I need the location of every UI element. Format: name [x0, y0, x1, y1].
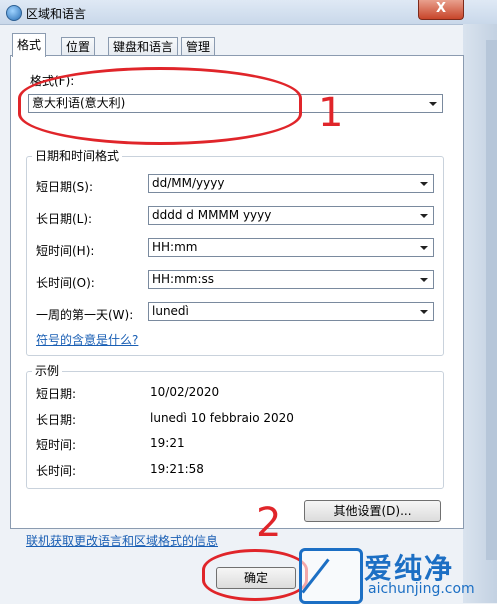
example-short-date-value: 10/02/2020	[150, 385, 220, 399]
other-settings-button[interactable]: 其他设置(D)...	[304, 500, 441, 522]
watermark-url: aichunjing.com	[368, 581, 475, 597]
symbols-help-link[interactable]: 符号的含意是什么?	[36, 331, 138, 348]
long-time-value: HH:mm:ss	[152, 272, 215, 286]
long-date-value: dddd d MMMM yyyy	[152, 208, 272, 222]
chevron-down-icon	[420, 214, 428, 218]
example-short-date-label: 短日期:	[36, 387, 77, 401]
long-date-label: 长日期(L):	[36, 212, 93, 226]
long-date-select[interactable]: dddd d MMMM yyyy	[148, 206, 434, 225]
watermark-logo-icon	[299, 548, 363, 604]
short-date-select[interactable]: dd/MM/yyyy	[148, 174, 434, 193]
close-button[interactable]: X	[418, 0, 464, 20]
annotation-ellipse-format	[18, 67, 302, 145]
globe-icon	[6, 5, 22, 21]
short-time-label: 短时间(H):	[36, 244, 95, 258]
example-short-time-value: 19:21	[150, 436, 185, 450]
tab-location[interactable]: 位置	[61, 37, 96, 56]
chevron-down-icon	[420, 278, 428, 282]
first-day-value: lunedì	[152, 304, 189, 318]
chevron-down-icon	[420, 182, 428, 186]
tab-format[interactable]: 格式	[12, 33, 47, 57]
short-time-value: HH:mm	[152, 240, 198, 254]
long-time-label: 长时间(O):	[36, 276, 95, 290]
first-day-select[interactable]: lunedì	[148, 302, 434, 321]
example-long-time-value: 19:21:58	[150, 462, 204, 476]
online-info-link[interactable]: 联机获取更改语言和区域格式的信息	[26, 532, 218, 549]
first-day-label: 一周的第一天(W):	[36, 308, 134, 322]
background-window-edge	[486, 40, 497, 560]
short-date-label: 短日期(S):	[36, 180, 94, 194]
example-group-title: 示例	[32, 362, 63, 379]
window-title: 区域和语言	[26, 7, 87, 21]
annotation-ellipse-ok	[202, 549, 308, 601]
chevron-down-icon	[420, 310, 428, 314]
short-time-select[interactable]: HH:mm	[148, 238, 434, 257]
example-long-time-label: 长时间:	[36, 464, 77, 478]
annotation-number-1: 1	[318, 90, 344, 136]
example-short-time-label: 短时间:	[36, 438, 77, 452]
short-date-value: dd/MM/yyyy	[152, 176, 225, 190]
chevron-down-icon	[429, 102, 437, 106]
long-time-select[interactable]: HH:mm:ss	[148, 270, 434, 289]
tab-administrative[interactable]: 管理	[181, 37, 216, 56]
datetime-group-title: 日期和时间格式	[32, 147, 123, 164]
tab-keyboard-language[interactable]: 键盘和语言	[108, 37, 179, 56]
example-group	[26, 371, 444, 489]
example-long-date-value: lunedì 10 febbraio 2020	[150, 411, 294, 425]
chevron-down-icon	[420, 246, 428, 250]
annotation-number-2: 2	[256, 500, 282, 546]
example-long-date-label: 长日期:	[36, 413, 77, 427]
